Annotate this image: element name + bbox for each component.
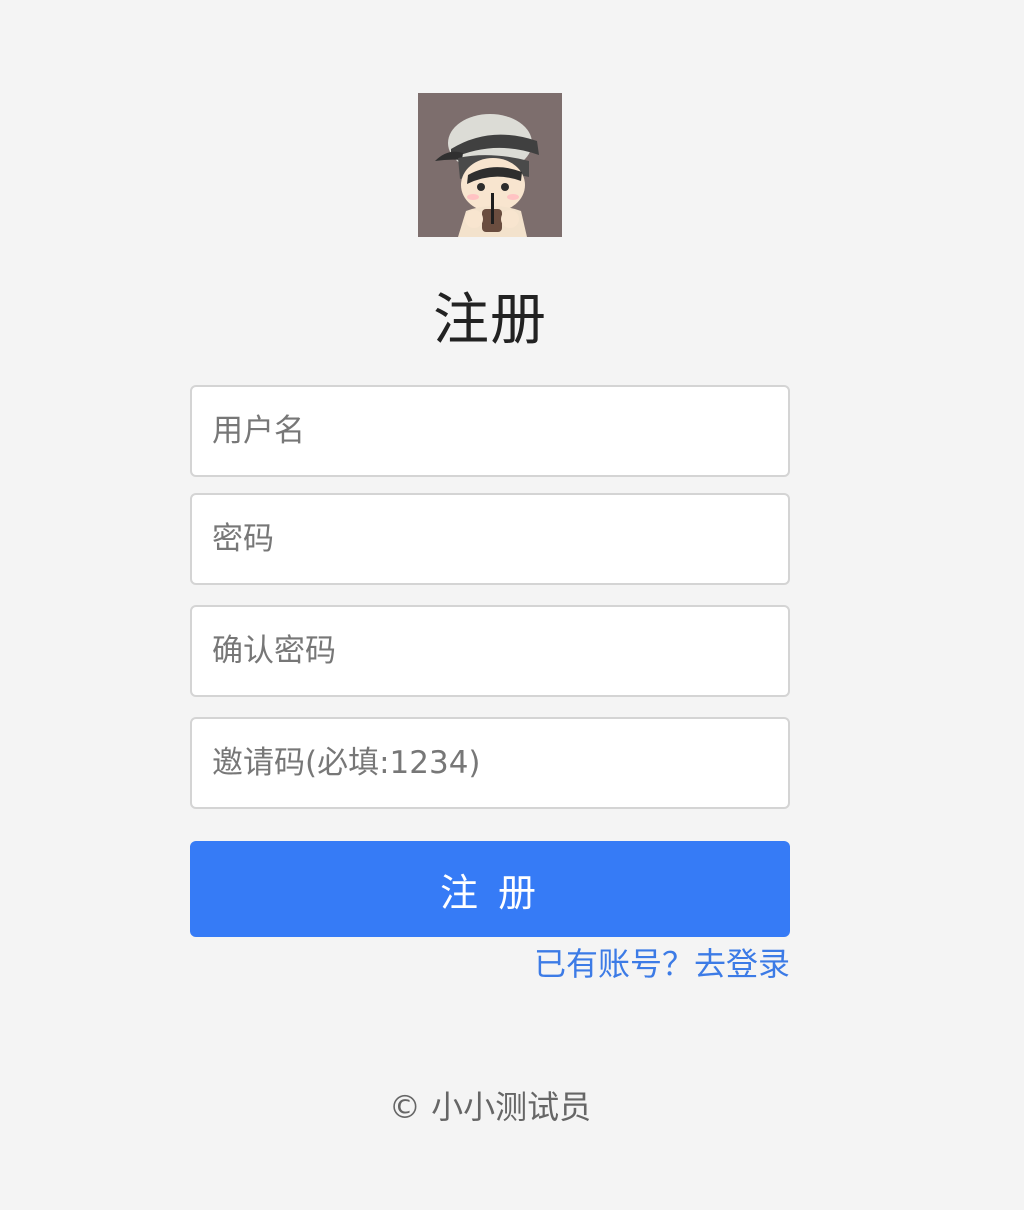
confirm-password-input[interactable] — [190, 605, 790, 697]
invite-code-input[interactable] — [190, 717, 790, 809]
password-input[interactable] — [190, 493, 790, 585]
login-link[interactable]: 已有账号？去登录 — [534, 942, 790, 986]
page-title: 注册 — [433, 288, 547, 353]
avatar — [418, 93, 562, 237]
cartoon-avatar-icon — [418, 93, 562, 237]
username-input[interactable] — [190, 385, 790, 477]
footer-copyright: © 小小测试员 — [388, 1088, 592, 1126]
register-page: 注册 注 册 已有账号？去登录 © 小小测试员 — [0, 0, 1024, 1210]
register-button[interactable]: 注 册 — [190, 841, 790, 937]
